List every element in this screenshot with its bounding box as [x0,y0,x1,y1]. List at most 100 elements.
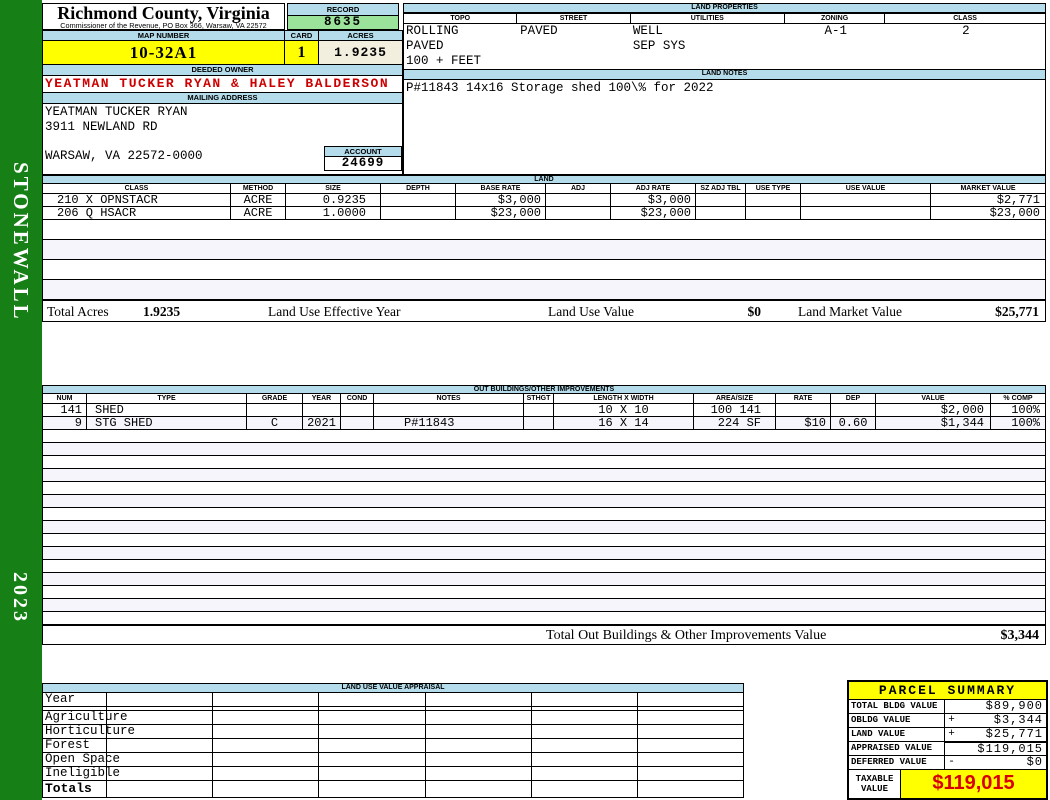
land-class: 206 Q HSACR [43,207,231,219]
ob-sthgt [524,417,554,429]
ob-dep: 0.60 [831,417,876,429]
utilities-value-2: SEP SYS [632,39,686,53]
col-zoning: ZONING [784,13,886,24]
empty-row [42,495,1046,508]
summary-row-appraised: APPRAISED VALUE $119,015 [849,742,1046,756]
appraisal-cell [213,707,320,710]
ob-type: SHED [87,404,247,416]
land-use-value [801,194,931,206]
out-buildings-total-label: Total Out Buildings & Other Improvements… [546,628,827,643]
land-market-value: $2,771 [996,194,1040,206]
map-number-label: MAP NUMBER [42,30,285,41]
commissioner-line: Commissioner of the Revenue, PO Box 366,… [60,21,267,30]
land-header-row: CLASS METHOD SIZE DEPTH BASE RATE ADJ AD… [42,184,1046,194]
map-number-value: 10-32A1 [42,41,285,65]
land-market-value: $23,000 [989,207,1040,219]
tax-year: 2023 [9,572,31,624]
col-area-size: AREA/SIZE [694,394,776,403]
empty-row [42,240,1046,260]
appraisal-cell [426,739,532,752]
out-buildings-total-value: $3,344 [1000,628,1040,643]
ob-year [303,404,341,416]
ob-comp: 100% [1011,404,1040,416]
col-sthgt: STHGT [524,394,554,403]
ob-cond [341,417,374,429]
summary-label: TOTAL BLDG VALUE [849,700,945,713]
total-acres-label: Total Acres [47,304,109,319]
col-grade: GRADE [247,394,303,403]
ob-rate [776,404,831,416]
land-class: 210 X OPNSTACR [43,194,231,206]
col-adj: ADJ [546,184,611,193]
appraisal-cell [107,781,214,797]
ob-year: 2021 [303,417,341,429]
summary-value: $25,771 [985,727,1043,741]
appraisal-cell [638,725,743,738]
land-properties-block: LAND PROPERTIES TOPO STREET UTILITIES ZO… [403,3,1046,175]
ob-sthgt [524,404,554,416]
ob-length-width: 10 X 10 [554,404,694,416]
county-name: Richmond County, Virginia [57,3,270,23]
appraisal-cell [638,753,743,766]
land-use-type [746,194,801,206]
ob-rate: $10 [776,417,831,429]
land-depth [381,207,456,219]
empty-row [42,560,1046,573]
land-properties-values: ROLLING PAVED 100 + FEET PAVED WELL SEP … [403,24,1046,70]
empty-row [42,521,1046,534]
col-dep: DEP [831,394,876,403]
col-length-width: LENGTH X WIDTH [554,394,694,403]
card-value: 1 [285,41,319,65]
appraisal-cell [532,739,638,752]
empty-row [42,612,1046,625]
summary-value: $0 [1026,755,1043,769]
parcel-summary: PARCEL SUMMARY TOTAL BLDG VALUE $89,900 … [847,680,1048,800]
utilities-value-1: WELL [632,24,663,38]
land-use-appraisal-table: LAND USE VALUE APPRAISAL Year Agricultur… [42,683,744,798]
appraisal-cell [107,753,214,766]
land-adj [546,207,611,219]
utilities-values: WELL SEP SYS [631,24,785,69]
appraisal-cell [426,753,532,766]
col-rate: RATE [776,394,831,403]
summary-label: OBLDG VALUE [849,714,945,727]
summary-sign: + [948,728,955,740]
summary-row-obldg: OBLDG VALUE + $3,344 [849,714,1046,728]
empty-row [42,280,1046,300]
summary-sign [945,742,958,755]
land-sz-adj-tbl [696,194,746,206]
col-depth: DEPTH [381,184,456,193]
col-notes: NOTES [374,394,524,403]
appraisal-cell [426,725,532,738]
appraisal-cell [532,707,638,710]
ob-grade [247,404,303,416]
appraisal-cell [213,767,320,780]
appraisal-row-year: Year [42,693,744,707]
land-market-value-label: Land Market Value [798,304,902,319]
out-buildings-table: OUT BUILDINGS/OTHER IMPROVEMENTS NUM TYP… [42,385,1046,645]
land-base-rate: $23,000 [456,207,546,219]
summary-value: $119,015 [958,742,1046,756]
empty-row [42,469,1046,482]
street-value: PAVED [520,24,558,38]
appraisal-row-label: Ineligible [45,766,121,780]
ob-cond [341,404,374,416]
empty-row [42,586,1046,599]
summary-label: DEFERRED VALUE [849,756,945,769]
district-sidebar: STONEWALL 2023 [0,0,42,800]
land-properties-header-row: TOPO STREET UTILITIES ZONING CLASS [403,13,1046,24]
land-adj-rate: $23,000 [611,207,696,219]
empty-row [42,547,1046,560]
summary-row-total-bldg: TOTAL BLDG VALUE $89,900 [849,700,1046,714]
topo-values: ROLLING PAVED 100 + FEET [404,24,518,69]
appraisal-cell [532,725,638,738]
summary-sign [945,700,958,713]
out-buildings-total-row: Total Out Buildings & Other Improvements… [42,625,1046,645]
account-number: 24699 [324,157,402,171]
col-topo: TOPO [403,13,518,24]
appraisal-cell [638,711,743,724]
appraisal-cell [638,707,743,710]
summary-sign: - [948,756,955,768]
district-name: STONEWALL [9,162,33,322]
summary-row-land: LAND VALUE + $25,771 [849,728,1046,742]
